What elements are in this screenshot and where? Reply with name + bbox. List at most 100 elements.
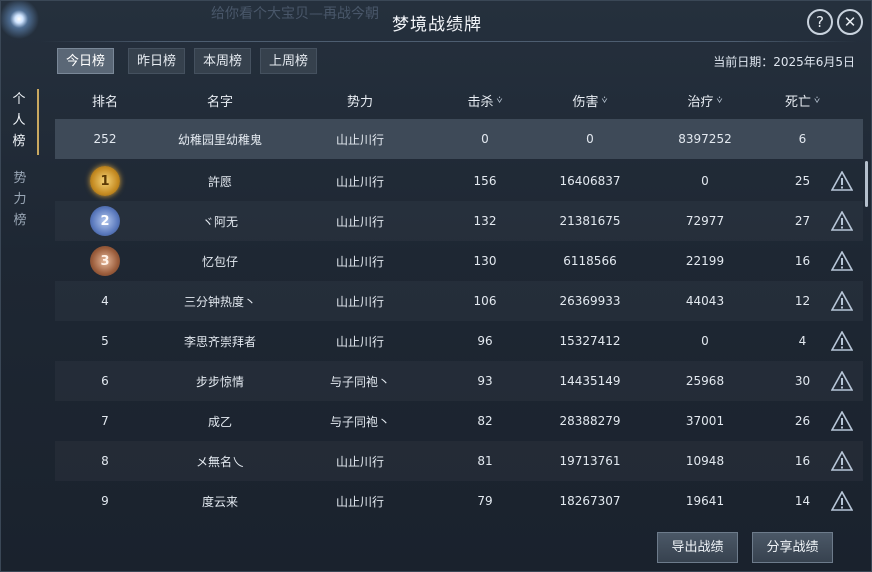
- kills-cell: 106: [473, 294, 497, 308]
- kills-cell: 96: [477, 334, 493, 348]
- kills-cell: 81: [477, 454, 493, 468]
- chevron-down-icon[interactable]: ⩒: [716, 95, 722, 106]
- damage-cell: 6118566: [563, 254, 617, 268]
- kills-cell: 130: [473, 254, 497, 268]
- title-divider: [41, 41, 857, 42]
- faction-cell: 山止川行: [335, 494, 384, 509]
- self-row[interactable]: 252 幼稚园里幼稚鬼 山止川行 0 0 8397252 6: [55, 119, 863, 159]
- bronze-medal-icon: 3: [90, 246, 120, 276]
- table-row[interactable]: 7 成乙 与子同袍丶 82 28388279 37001 26: [55, 401, 863, 441]
- side-tab-char: 榜: [12, 134, 26, 149]
- side-tab-char: 榜: [13, 213, 27, 228]
- table-row[interactable]: 9 度云来 山止川行 79 18267307 19641 14: [55, 481, 863, 521]
- damage-cell: 19713761: [559, 454, 621, 468]
- report-button[interactable]: [825, 361, 859, 401]
- side-tab-char: 人: [12, 113, 26, 128]
- faction-cell: 山止川行: [335, 254, 384, 269]
- side-tab-char: 个: [12, 92, 26, 107]
- report-button[interactable]: [825, 281, 859, 321]
- table-row[interactable]: 6 步步惊情 与子同袍丶 93 14435149 25968 30: [55, 361, 863, 401]
- battle-record-window: 给你看个大宝贝—再战今朝 梦境战绩牌 ? ✕ 今日榜 昨日榜 本周榜 上周榜 当…: [0, 0, 872, 572]
- faction-cell: 山止川行: [335, 132, 384, 147]
- warning-icon[interactable]: [831, 491, 853, 511]
- header-heal[interactable]: 治疗 ⩒: [645, 81, 765, 119]
- warning-icon[interactable]: [831, 411, 853, 431]
- table-row[interactable]: 5 李思齐崇拜者 山止川行 96 15327412 0 4: [55, 321, 863, 361]
- side-tab-char: 势: [13, 171, 27, 186]
- damage-cell: 18267307: [559, 494, 621, 508]
- warning-icon[interactable]: [831, 451, 853, 471]
- header-damage[interactable]: 伤害 ⩒: [535, 81, 645, 119]
- warning-icon[interactable]: [831, 331, 853, 351]
- kills-cell: 82: [477, 414, 493, 428]
- heal-cell: 10948: [685, 454, 725, 468]
- side-tab-personal[interactable]: 个 人 榜: [1, 89, 39, 155]
- side-tab-char: 力: [13, 192, 27, 207]
- warning-icon[interactable]: [831, 211, 853, 231]
- table-header: 排名 名字 势力 击杀 ⩒ 伤害 ⩒ 治疗 ⩒ 死亡 ⩒: [55, 81, 863, 119]
- close-icon[interactable]: ✕: [837, 9, 863, 35]
- heal-cell: 19641: [685, 494, 725, 508]
- table-row[interactable]: 3 忆包仔 山止川行 130 6118566 22199 16: [55, 241, 863, 281]
- report-button[interactable]: [825, 481, 859, 521]
- faction-cell: 与子同袍丶: [329, 414, 390, 429]
- damage-cell: 26369933: [559, 294, 621, 308]
- warning-icon[interactable]: [831, 291, 853, 311]
- report-button[interactable]: [825, 201, 859, 241]
- faction-cell: 山止川行: [335, 214, 384, 229]
- faction-cell: 山止川行: [335, 454, 384, 469]
- table-row[interactable]: 8 メ無名乀 山止川行 81 19713761 10948 16: [55, 441, 863, 481]
- window-title: 梦境战绩牌: [392, 15, 482, 35]
- damage-cell: 14435149: [559, 374, 621, 388]
- header-deaths[interactable]: 死亡 ⩒: [765, 81, 840, 119]
- side-tab-faction[interactable]: 势 力 榜: [1, 168, 39, 234]
- tab-yesterday[interactable]: 昨日榜: [128, 48, 186, 74]
- heal-cell: 0: [701, 334, 709, 348]
- share-record-button[interactable]: 分享战绩: [752, 532, 833, 563]
- report-button[interactable]: [825, 441, 859, 481]
- header-kills-label: 击杀: [467, 94, 494, 110]
- table-row[interactable]: 2 ヾ阿无 山止川行 132 21381675 72977 27: [55, 201, 863, 241]
- report-button[interactable]: [825, 321, 859, 361]
- faction-cell: 与子同袍丶: [329, 374, 390, 389]
- header-kills[interactable]: 击杀 ⩒: [435, 81, 535, 119]
- tab-this-week[interactable]: 本周榜: [194, 48, 252, 74]
- kills-cell: 156: [473, 174, 497, 188]
- damage-cell: 0: [586, 132, 594, 146]
- damage-cell: 15327412: [559, 334, 621, 348]
- chevron-down-icon[interactable]: ⩒: [814, 95, 820, 106]
- ranking-table: 排名 名字 势力 击杀 ⩒ 伤害 ⩒ 治疗 ⩒ 死亡 ⩒ 252 幼稚园里幼稚鬼: [55, 81, 863, 521]
- warning-icon[interactable]: [831, 371, 853, 391]
- tab-last-week[interactable]: 上周榜: [260, 48, 318, 74]
- kills-cell: 0: [481, 132, 489, 146]
- header-deaths-label: 死亡: [784, 94, 811, 110]
- kills-cell: 79: [477, 494, 493, 508]
- heal-cell: 72977: [685, 214, 725, 228]
- damage-cell: 16406837: [559, 174, 621, 188]
- table-row[interactable]: 1 許愿 山止川行 156 16406837 0 25: [55, 161, 863, 201]
- heal-cell: 25968: [685, 374, 725, 388]
- table-scrollbar[interactable]: [865, 161, 868, 207]
- gold-medal-icon: 1: [90, 166, 120, 196]
- faction-cell: 山止川行: [335, 174, 384, 189]
- kills-cell: 93: [477, 374, 493, 388]
- damage-cell: 21381675: [559, 214, 621, 228]
- chevron-down-icon[interactable]: ⩒: [601, 95, 607, 106]
- heal-cell: 0: [701, 174, 709, 188]
- deaths-cell: 6: [798, 132, 807, 146]
- heal-cell: 44043: [685, 294, 725, 308]
- header-damage-label: 伤害: [572, 94, 599, 110]
- help-icon[interactable]: ?: [807, 9, 833, 35]
- heal-cell: 8397252: [678, 132, 732, 146]
- header-faction: 势力: [346, 94, 373, 110]
- damage-cell: 28388279: [559, 414, 621, 428]
- tab-today[interactable]: 今日榜: [57, 48, 115, 74]
- table-row[interactable]: 4 三分钟热度丶 山止川行 106 26369933 44043 12: [55, 281, 863, 321]
- report-button[interactable]: [825, 161, 859, 201]
- warning-icon[interactable]: [831, 251, 853, 271]
- warning-icon[interactable]: [831, 171, 853, 191]
- chevron-down-icon[interactable]: ⩒: [496, 95, 502, 106]
- report-button[interactable]: [825, 241, 859, 281]
- export-record-button[interactable]: 导出战绩: [657, 532, 738, 563]
- report-button[interactable]: [825, 401, 859, 441]
